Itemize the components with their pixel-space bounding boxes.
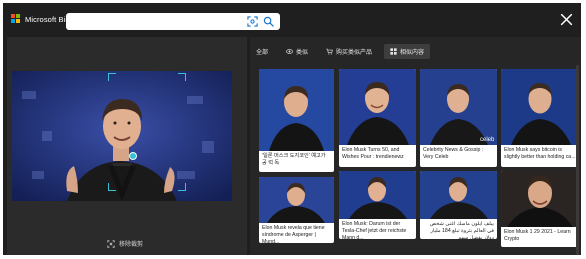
cart-icon xyxy=(326,48,333,55)
logo-square-red xyxy=(11,14,15,18)
remove-crop-button[interactable]: 移除裁剪 xyxy=(107,239,143,248)
result-caption: Elon Musk revela que tiene síndrome de A… xyxy=(262,225,325,243)
bing-brand[interactable]: Microsoft Bing xyxy=(11,14,74,24)
crop-handle-bottom-right[interactable] xyxy=(178,183,186,191)
tab-similar-label: 类似 xyxy=(296,50,309,56)
remove-crop-label: 移除裁剪 xyxy=(119,242,144,248)
search-input[interactable] xyxy=(70,15,240,28)
result-card[interactable]: Elon Musk says bitcoin is slightly bette… xyxy=(501,69,579,167)
result-caption: Elon Musk 1 29 2021 - Learn Crypto xyxy=(504,229,571,242)
result-caption: Elon Musk Turns 50, and Wishes Pour : tr… xyxy=(342,147,404,160)
result-card[interactable]: Elon Musk revela que tiene síndrome de A… xyxy=(259,177,334,243)
result-card[interactable]: Elon Musk: Darum ist der Tesla-Chef jetz… xyxy=(339,171,416,239)
crop-handle-top-left[interactable] xyxy=(108,73,116,81)
source-image xyxy=(12,71,232,201)
result-thumbnail xyxy=(259,177,334,223)
grid-icon xyxy=(390,48,397,55)
logo-square-yellow xyxy=(16,19,20,23)
remove-crop-icon xyxy=(107,239,115,248)
result-caption: بيلف ايلون ماسك اغنى شخص في العالم بثروة… xyxy=(429,221,494,239)
result-thumbnail xyxy=(339,69,416,145)
celeb-badge: celeb xyxy=(480,137,495,143)
tab-shop-similar[interactable]: 购买类似产品 xyxy=(320,44,378,59)
crop-handle-bottom-left[interactable] xyxy=(108,183,116,191)
eye-icon xyxy=(286,49,293,54)
crop-handle-top-right[interactable] xyxy=(178,73,186,81)
tab-related-content-label: 相似内容 xyxy=(400,50,425,56)
result-card[interactable]: Elon Musk Turns 50, and Wishes Pour : tr… xyxy=(339,69,416,167)
result-thumbnail xyxy=(501,171,579,227)
source-photo xyxy=(12,71,232,201)
result-caption: Elon Musk: Darum ist der Tesla-Chef jetz… xyxy=(342,221,407,239)
result-tabs: 全部 类似 购买类似产品 相似内容 xyxy=(250,44,431,59)
source-image-pane: 移除裁剪 xyxy=(7,37,247,255)
tab-related-content[interactable]: 相似内容 xyxy=(384,44,431,59)
top-bar: Microsoft Bing xyxy=(3,3,581,37)
logo-square-green xyxy=(16,14,20,18)
visual-search-icon[interactable] xyxy=(247,16,258,27)
result-card[interactable]: celeb Celebrity News & Gossip : Very Cel… xyxy=(420,69,497,167)
result-card[interactable]: '일론 머스크 도지코인' 예고가 공 럭 독 xyxy=(259,69,334,172)
tab-all[interactable]: 全部 xyxy=(250,44,274,59)
results-pane: 全部 类似 购买类似产品 相似内容 '일론 머스크 도지코인' 예고가 공 럭 … xyxy=(250,37,581,255)
visual-search-window: Microsoft Bing 移除裁剪 全部 类似 购买类似产品 相似内容 '일… xyxy=(3,3,581,255)
close-icon[interactable] xyxy=(560,13,573,26)
tab-similar[interactable]: 类似 xyxy=(280,44,314,59)
result-caption: Celebrity News & Gossip : Very Celeb xyxy=(423,147,484,160)
result-thumbnail xyxy=(259,69,334,151)
tab-all-label: 全部 xyxy=(256,50,269,56)
results-scrollbar[interactable] xyxy=(576,65,579,255)
result-thumbnail xyxy=(501,69,579,145)
microsoft-logo-icon xyxy=(11,14,21,24)
result-thumbnail xyxy=(339,171,416,219)
result-caption: '일론 머스크 도지코인' 예고가 공 럭 독 xyxy=(262,153,326,166)
search-icon[interactable] xyxy=(263,16,274,27)
hotspot-dot[interactable] xyxy=(129,152,137,160)
tab-shop-similar-label: 购买类似产品 xyxy=(336,50,373,56)
result-card[interactable]: بيلف ايلون ماسك اغنى شخص في العالم بثروة… xyxy=(420,171,497,239)
result-thumbnail xyxy=(420,171,497,219)
logo-square-blue xyxy=(11,19,15,23)
result-caption: Elon Musk says bitcoin is slightly bette… xyxy=(504,147,576,160)
result-card[interactable]: Elon Musk 1 29 2021 - Learn Crypto xyxy=(501,171,579,247)
search-box xyxy=(66,13,280,30)
result-thumbnail: celeb xyxy=(420,69,497,145)
